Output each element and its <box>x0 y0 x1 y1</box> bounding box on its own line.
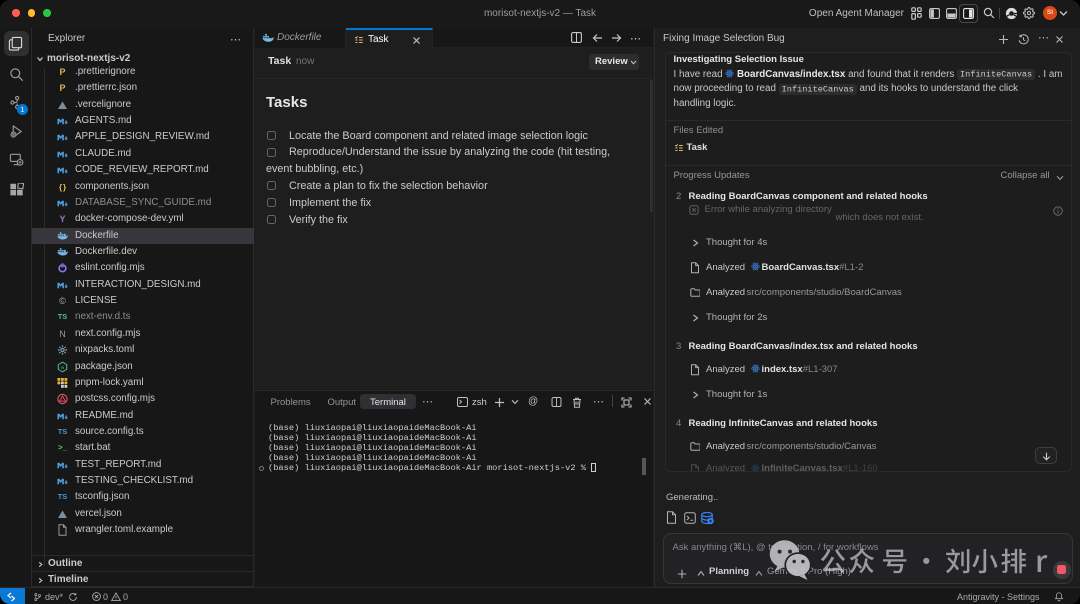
svg-text:n: n <box>61 364 64 369</box>
